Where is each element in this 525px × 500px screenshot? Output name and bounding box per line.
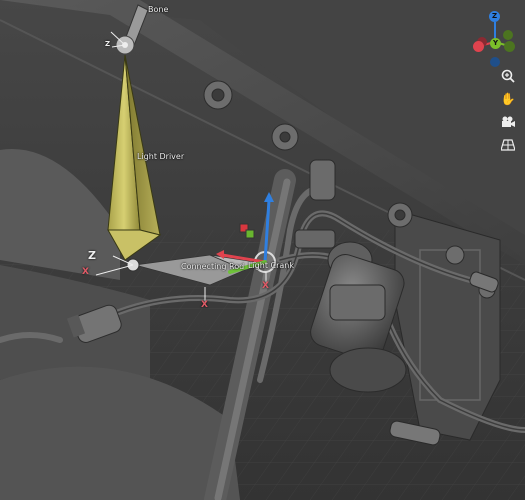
navigation-gizmo[interactable]: Z Y <box>469 8 521 72</box>
axis-label-z-lower: Z <box>88 249 96 262</box>
zoom-icon <box>501 69 515 83</box>
axis-label-x-crank: X <box>262 281 269 291</box>
hand-icon: ✋ <box>500 92 516 106</box>
axis-label-z-upper: Z <box>105 40 111 48</box>
perspective-button[interactable] <box>498 135 518 155</box>
gizmo-x-axis[interactable] <box>473 41 484 52</box>
axis-label-x-rod: X <box>201 300 208 310</box>
bone-label-light-driver[interactable]: Light Driver <box>137 152 184 161</box>
3d-viewport[interactable]: Bone Light Driver Connecting Rod Light C… <box>0 0 525 500</box>
gizmo-neg-y-axis[interactable] <box>504 41 515 52</box>
bone-label-bone[interactable]: Bone <box>148 5 168 14</box>
bone-label-light-crank[interactable]: Light Crank <box>248 261 294 270</box>
gizmo-y-axis[interactable]: Y <box>490 38 501 49</box>
camera-icon <box>502 116 515 127</box>
scene-render <box>0 0 525 500</box>
zoom-button[interactable] <box>498 66 518 86</box>
axis-label-x-left: X <box>82 267 89 277</box>
bone-label-connecting-rod[interactable]: Connecting Rod <box>181 262 244 271</box>
body-panel-left <box>0 149 120 280</box>
camera-button[interactable] <box>498 112 518 132</box>
viewport-nav-tools: ✋ <box>498 66 520 158</box>
grid-icon <box>501 139 515 151</box>
gizmo-z-axis[interactable]: Z <box>489 11 500 22</box>
pan-button[interactable]: ✋ <box>498 89 518 109</box>
